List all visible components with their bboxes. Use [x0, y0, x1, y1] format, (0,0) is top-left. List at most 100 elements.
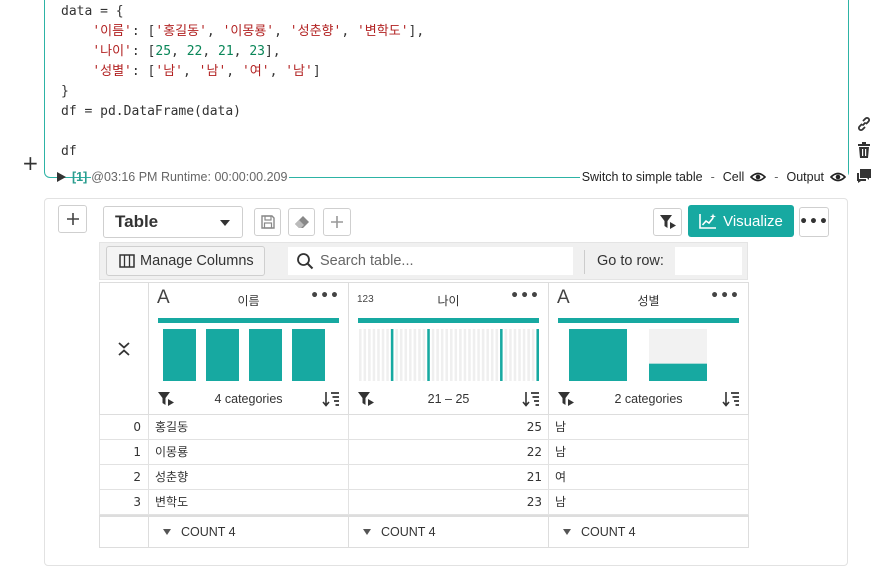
column-coverage-bar [358, 318, 539, 323]
column-header-age[interactable]: 123 나이 ••• 21 – 25 [349, 282, 549, 415]
switch-simple-table-link[interactable]: Switch to simple table [582, 170, 703, 184]
view-type-select[interactable]: Table [103, 206, 243, 238]
histogram-bar-bg [450, 329, 453, 381]
add-view-button[interactable] [58, 205, 87, 233]
view-type-value: Table [115, 212, 159, 231]
column-menu-icon[interactable]: ••• [710, 288, 740, 304]
footer-corner [99, 515, 149, 548]
histogram-bar-bg [440, 329, 444, 381]
table-row[interactable]: 1 이몽룡 22 남 [99, 440, 749, 465]
histogram-bar-bg [459, 329, 462, 381]
comment-icon[interactable] [855, 165, 873, 187]
manage-columns-button[interactable]: Manage Columns [106, 246, 265, 276]
columns-icon [119, 254, 135, 268]
column-header-name[interactable]: A 이름 ••• 4 categories [149, 282, 349, 415]
sort-icon[interactable] [322, 391, 340, 411]
run-cell-icon[interactable] [57, 172, 66, 182]
footer-aggregate[interactable]: COUNT 4 [149, 515, 349, 548]
save-view-button[interactable] [254, 208, 281, 236]
cell-name[interactable]: 이몽룡 [149, 440, 349, 465]
histogram-bar [536, 329, 539, 381]
histogram-bar-bg [381, 329, 385, 381]
caret-down-icon [563, 529, 571, 535]
code-line: data = { [61, 4, 124, 19]
histogram-bar-bg [490, 329, 494, 381]
cell-gender[interactable]: 남 [549, 440, 749, 465]
add-button[interactable] [323, 208, 351, 236]
cell-age[interactable]: 23 [349, 490, 549, 515]
clear-view-button[interactable] [288, 208, 315, 236]
aggregate-label: COUNT 4 [181, 525, 236, 539]
cell-gender[interactable]: 남 [549, 415, 749, 440]
filter-icon [659, 215, 676, 229]
header-row: A 이름 ••• 4 categories 123 나이 ••• 21 – 25 [99, 282, 749, 415]
code-editor[interactable]: data = { '이름': ['홍길동', '이몽룡', '성춘향', '변학… [61, 2, 424, 162]
expand-collapse-button[interactable] [99, 282, 149, 415]
histogram-bar [649, 363, 707, 381]
footer-aggregate[interactable]: COUNT 4 [349, 515, 549, 548]
more-options-button[interactable]: ••• [799, 207, 829, 237]
separator: - [774, 170, 779, 184]
eye-icon[interactable] [830, 172, 846, 182]
eraser-icon [294, 216, 309, 228]
histogram-bar-bg [509, 329, 512, 381]
column-menu-icon[interactable]: ••• [510, 288, 540, 304]
histogram-bar-bg [431, 329, 435, 381]
code-line: '이름': ['홍길동', '이몽룡', '성춘향', '변학도'], [92, 24, 425, 39]
table-row[interactable]: 0 홍길동 25 남 [99, 415, 749, 440]
histogram-bar-bg [495, 329, 499, 381]
cell-age[interactable]: 21 [349, 465, 549, 490]
column-coverage-bar [558, 318, 739, 323]
histogram-bar-bg [463, 329, 467, 381]
row-index: 2 [99, 465, 149, 490]
histogram-bar-bg [436, 329, 439, 381]
search-input[interactable] [320, 253, 560, 269]
row-index: 3 [99, 490, 149, 515]
footer-aggregate[interactable]: COUNT 4 [549, 515, 749, 548]
link-icon[interactable] [855, 113, 873, 135]
table-row[interactable]: 3 변학도 23 남 [99, 490, 749, 515]
histogram-bar-bg [413, 329, 417, 381]
column-header-gender[interactable]: A 성별 ••• 2 categories [549, 282, 749, 415]
sort-icon[interactable] [722, 391, 740, 411]
code-line: df = pd.DataFrame(data) [61, 104, 242, 119]
goto-row-input[interactable] [675, 247, 742, 275]
column-menu-icon[interactable]: ••• [310, 288, 340, 304]
histogram-bar-bg [477, 329, 480, 381]
toolbar-divider [584, 250, 585, 274]
cell-gender[interactable]: 여 [549, 465, 749, 490]
footer-actions: Switch to simple table - Cell - Output [579, 170, 848, 184]
histogram-bar-bg [504, 329, 508, 381]
histogram-bar-bg [368, 329, 371, 381]
column-summary: 2 categories [614, 392, 683, 406]
column-summary: 4 categories [214, 392, 283, 406]
execution-count: [1] [72, 170, 88, 184]
trash-icon[interactable] [855, 139, 873, 161]
visualize-label: Visualize [723, 212, 783, 230]
histogram-bar-bg [472, 329, 476, 381]
cell-age[interactable]: 25 [349, 415, 549, 440]
cell-age[interactable]: 22 [349, 440, 549, 465]
add-cell-button[interactable]: + [22, 153, 39, 173]
histogram-bar [390, 329, 394, 381]
cell-name[interactable]: 변학도 [149, 490, 349, 515]
chart-sparkle-icon [699, 213, 717, 229]
cell-name[interactable]: 홍길동 [149, 415, 349, 440]
output-visibility-label[interactable]: Output [786, 170, 824, 184]
cell-gender[interactable]: 남 [549, 490, 749, 515]
goto-row-label: Go to row: [597, 253, 664, 269]
output-area: Table Visualize ••• Manage Columns Go to… [44, 198, 848, 566]
cell-visibility-label[interactable]: Cell [723, 170, 745, 184]
code-cell[interactable]: data = { '이름': ['홍길동', '이몽룡', '성춘향', '변학… [44, 0, 849, 184]
histogram-bar-bg [418, 329, 421, 381]
histogram-bar [292, 329, 325, 381]
cell-name[interactable]: 성춘향 [149, 465, 349, 490]
filter-toggle-button[interactable] [653, 208, 682, 236]
visualize-button[interactable]: Visualize [688, 205, 794, 237]
caret-down-icon [163, 529, 171, 535]
manage-columns-label: Manage Columns [140, 253, 254, 269]
sort-icon[interactable] [522, 391, 540, 411]
footer-divider [289, 176, 580, 178]
eye-icon[interactable] [750, 172, 767, 182]
table-row[interactable]: 2 성춘향 21 여 [99, 465, 749, 490]
